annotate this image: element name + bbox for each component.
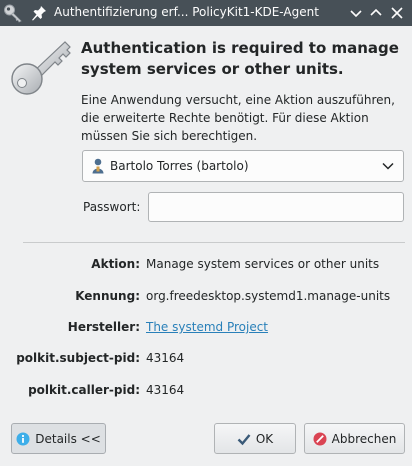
vendor-label: Hersteller:: [67, 320, 140, 334]
checkmark-icon: [237, 433, 251, 445]
cancel-button[interactable]: Abbrechen: [304, 423, 405, 454]
dialog-description: Eine Anwendung versucht, eine Aktion aus…: [81, 93, 395, 143]
auth-dialog-window: Authentifizierung erf... PolicyKit1-KDE-…: [0, 0, 412, 466]
subject-pid-label: polkit.subject-pid:: [16, 351, 140, 365]
cancel-icon: [313, 432, 327, 445]
password-label: Passwort:: [83, 200, 141, 214]
key-icon: [11, 41, 71, 95]
separator: [23, 242, 405, 243]
close-icon[interactable]: [388, 4, 406, 22]
dialog-heading: Authentication is required to manage sys…: [81, 39, 399, 78]
details-button-label: Details <<: [35, 431, 101, 446]
id-label: Kennung:: [75, 289, 140, 303]
password-field[interactable]: [148, 192, 404, 222]
chevron-down-icon[interactable]: [382, 162, 394, 170]
info-icon: [16, 432, 30, 445]
user-select[interactable]: Bartolo Torres (bartolo): [82, 150, 404, 182]
caller-pid-value: 43164: [146, 383, 185, 397]
ok-button[interactable]: OK: [214, 423, 296, 454]
subject-pid-value: 43164: [146, 351, 185, 365]
minimize-icon[interactable]: [347, 4, 365, 22]
action-value: Manage system services or other units: [146, 257, 380, 271]
window-title: Authentifizierung erf... PolicyKit1-KDE-…: [54, 5, 319, 19]
cancel-button-label: Abbrechen: [331, 431, 397, 446]
id-value: org.freedesktop.systemd1.manage-units: [146, 289, 391, 303]
details-button[interactable]: Details <<: [11, 423, 106, 454]
ok-button-label: OK: [255, 431, 274, 446]
user-icon: [92, 158, 104, 174]
vendor-link[interactable]: The systemd Project: [146, 320, 268, 334]
user-select-value: Bartolo Torres (bartolo): [110, 159, 249, 173]
title-bar[interactable]: Authentifizierung erf... PolicyKit1-KDE-…: [0, 0, 412, 26]
action-label: Aktion:: [91, 257, 140, 271]
pin-icon[interactable]: [31, 5, 47, 21]
maximize-icon[interactable]: [367, 4, 385, 22]
key-app-icon[interactable]: [3, 3, 23, 23]
caller-pid-label: polkit.caller-pid:: [28, 383, 140, 397]
